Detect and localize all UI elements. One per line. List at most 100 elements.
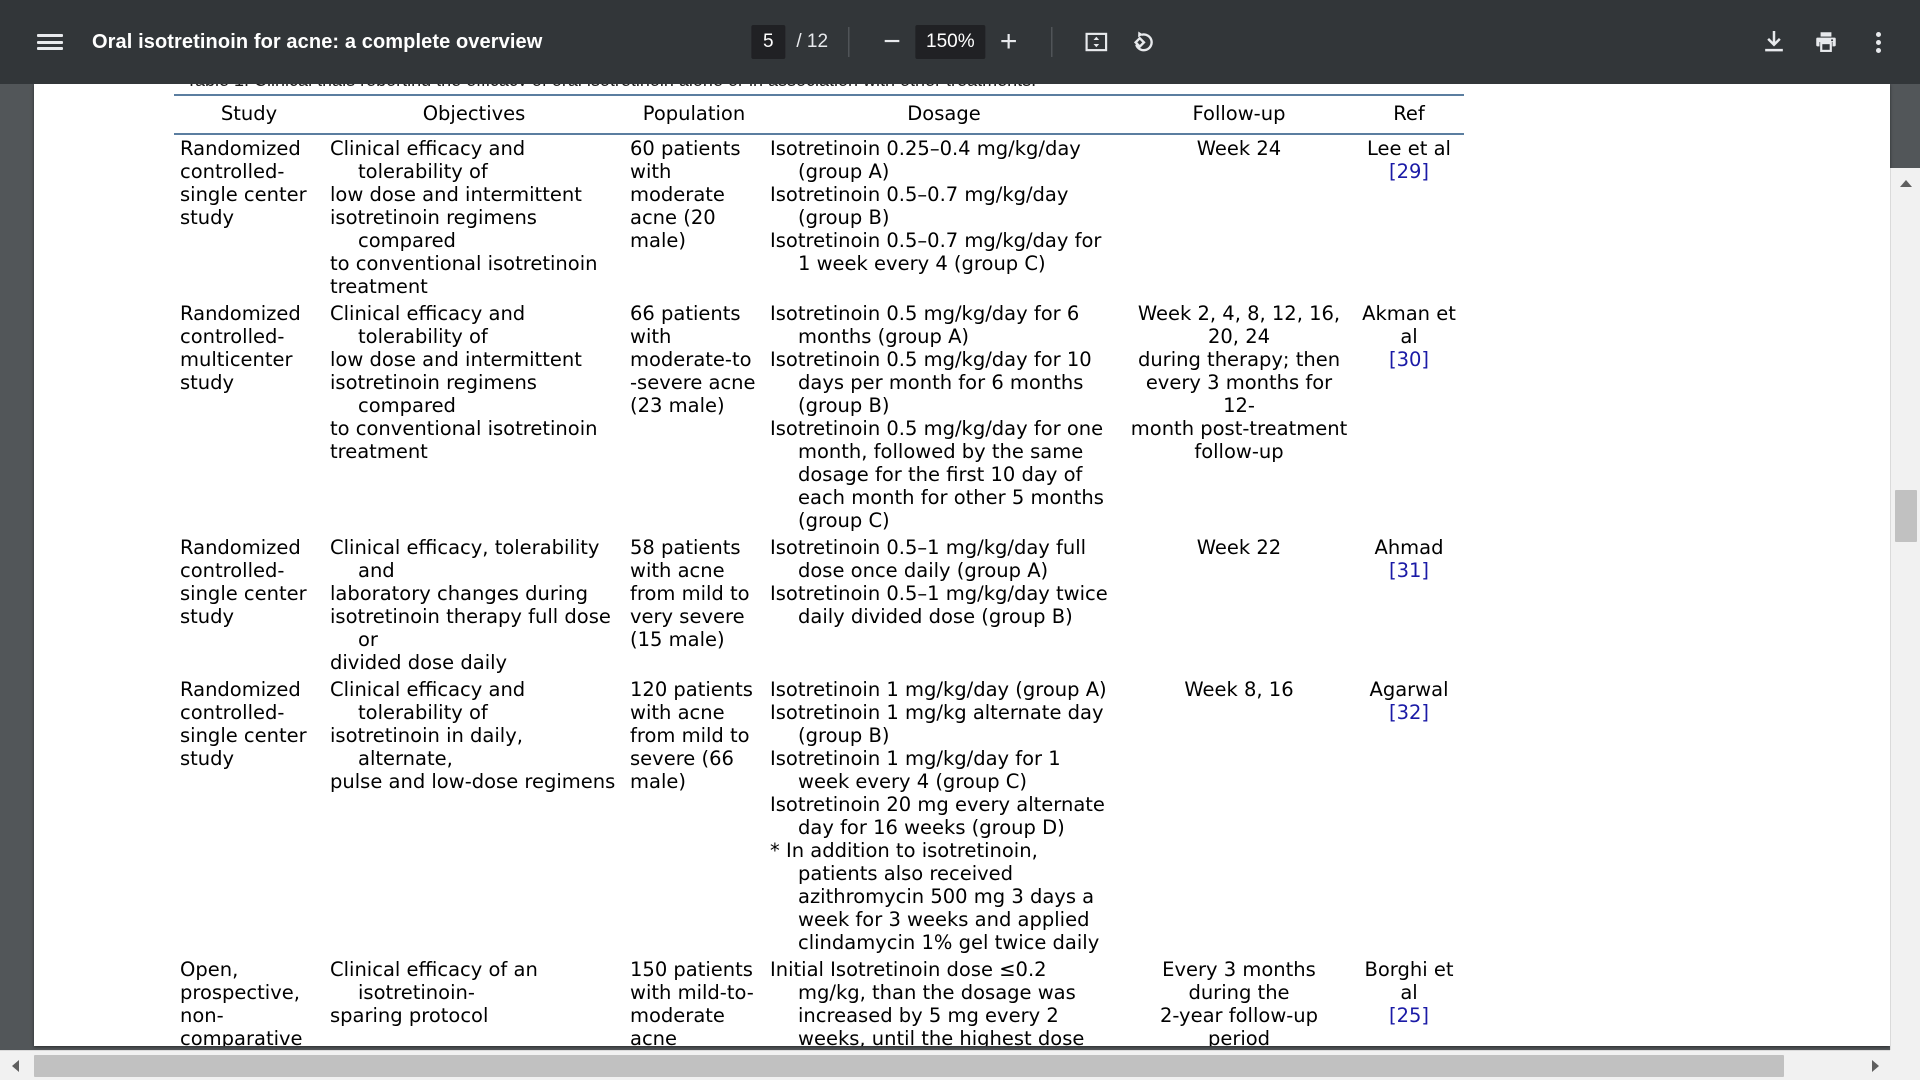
rotate-counterclockwise-icon[interactable] (1121, 18, 1169, 66)
cell-study-line: non- (180, 1004, 224, 1027)
cell-dosage-line: Isotretinoin 1 mg/kg/day for 1 week ever… (770, 747, 1061, 793)
cell-objectives: Clinical efficacy, tolerability and labor… (324, 534, 624, 676)
scroll-up-arrow-icon[interactable] (1891, 168, 1920, 198)
ref-citation-link[interactable]: [29] (1360, 160, 1458, 183)
hamburger-bar (37, 46, 63, 50)
cell-followup: Week 24 (1124, 134, 1354, 300)
cell-study-line: single center (180, 183, 307, 206)
cell-study-line: multicenter (180, 348, 293, 371)
cell-study-line: single center (180, 582, 307, 605)
cell-population-line: (23 male) (630, 394, 725, 417)
page-number-input[interactable]: 5 (751, 25, 786, 59)
cell-population-line: moderate (630, 1004, 725, 1027)
cell-population-line: 120 patients (630, 678, 753, 701)
cell-objectives-line: isotretinoin regimens compared (330, 206, 537, 252)
cell-population-line: male) (630, 229, 686, 252)
ref-citation-link[interactable]: [30] (1360, 348, 1458, 371)
zoom-in-button[interactable]: + (986, 19, 1032, 65)
toolbar-right-actions (1750, 0, 1902, 84)
cell-dosage-line: Isotretinoin 20 mg every alternate day f… (770, 793, 1105, 839)
cell-dosage-line: Isotretinoin 0.25–0.4 mg/kg/day (group A… (770, 137, 1081, 183)
pdf-viewer-toolbar: Oral isotretinoin for acne: a complete o… (0, 0, 1920, 84)
scroll-left-arrow-icon[interactable] (0, 1051, 30, 1080)
zoom-out-button[interactable]: − (869, 19, 915, 65)
cell-population-line: with acne (630, 701, 725, 724)
cell-population-line: very severe (630, 605, 745, 628)
ref-citation-link[interactable]: [25] (1360, 1004, 1458, 1027)
vertical-scrollbar[interactable] (1890, 168, 1920, 1080)
cell-objectives-line: divided dose daily (330, 651, 508, 674)
cell-dosage-line: * In addition to isotretinoin, patients … (770, 839, 1100, 954)
cell-study: Randomized controlled-multicenter study (174, 300, 324, 534)
cell-population: 150 patients with mild-to-moderate acne (624, 956, 764, 1046)
cell-study-line: Randomized (180, 536, 301, 559)
print-icon[interactable] (1802, 18, 1850, 66)
cell-study: Randomized controlled-single center study (174, 676, 324, 956)
column-header-study: Study (174, 94, 324, 135)
table-row: Open,prospective,non-comparativestudyCli… (174, 956, 1464, 1046)
cell-ref: Lee et al [29] (1354, 134, 1464, 300)
ref-citation-link[interactable]: [31] (1360, 559, 1458, 582)
horizontal-scrollbar[interactable] (0, 1050, 1920, 1080)
hamburger-menu-icon[interactable] (26, 18, 74, 66)
cell-followup: Every 3 months during the 2-year follow-u… (1124, 956, 1354, 1046)
document-title: Oral isotretinoin for acne: a complete o… (92, 30, 543, 53)
zoom-level-input[interactable]: 150% (915, 25, 986, 59)
cell-objectives-line: Clinical efficacy and tolerability of (330, 137, 526, 183)
cell-study-line: Randomized (180, 137, 301, 160)
clinical-trials-table: Study Objectives Population Dosage Follo… (174, 94, 1464, 1046)
ref-citation-link[interactable]: [32] (1360, 701, 1458, 724)
cell-population: 60 patients with moderate acne (20 male) (624, 134, 764, 300)
vertical-scrollbar-thumb[interactable] (1895, 490, 1917, 542)
ref-author: Lee et al (1367, 137, 1451, 160)
cell-population-line: with (630, 160, 672, 183)
cell-dosage: Isotretinoin 0.5 mg/kg/day for 6 months … (764, 300, 1124, 534)
cell-dosage-line: Isotretinoin 0.5–0.7 mg/kg/day (group B) (770, 183, 1069, 229)
cell-followup-line: Every 3 months during the (1162, 958, 1316, 1004)
cell-followup: Week 22 (1124, 534, 1354, 676)
column-header-ref: Ref (1354, 94, 1464, 135)
cell-dosage-line: Isotretinoin 1 mg/kg/day (group A) (770, 678, 1107, 701)
cell-objectives-line: isotretinoin in daily, alternate, (330, 724, 523, 770)
scroll-right-arrow-icon[interactable] (1860, 1051, 1890, 1080)
cell-study-line: prospective, (180, 981, 300, 1004)
download-icon[interactable] (1750, 18, 1798, 66)
cell-population-line: from mild to (630, 582, 750, 605)
cell-study-line: single center (180, 724, 307, 747)
table-header-row: Study Objectives Population Dosage Follo… (174, 94, 1464, 135)
cell-ref: Borghi et al [25] (1354, 956, 1464, 1046)
cell-population-line: moderate (630, 183, 725, 206)
cell-followup: Week 2, 4, 8, 12, 16, 20, 24 during thera… (1124, 300, 1354, 534)
pdf-viewer-canvas[interactable]: Table 1. Clinical trials reporting the e… (0, 84, 1920, 1080)
column-header-followup: Follow-up (1124, 94, 1354, 135)
cell-objectives-line: Clinical efficacy of an isotretinoin- (330, 958, 538, 1004)
cell-objectives: Clinical efficacy and tolerability of iso… (324, 676, 624, 956)
cell-objectives-line: treatment (330, 440, 428, 463)
cell-dosage-line: Isotretinoin 0.5 mg/kg/day for 10 days p… (770, 348, 1092, 417)
cell-population-line: 58 patients (630, 536, 741, 559)
cell-study-line: study (180, 747, 235, 770)
cell-objectives: Clinical efficacy and tolerability of low… (324, 134, 624, 300)
toolbar-divider (848, 27, 850, 57)
more-vertical-icon[interactable] (1854, 18, 1902, 66)
cell-population-line: 60 patients (630, 137, 741, 160)
ref-author: Borghi et al (1364, 958, 1454, 1004)
fit-to-page-icon[interactable] (1073, 18, 1121, 66)
column-header-population: Population (624, 94, 764, 135)
cell-dosage-line: Isotretinoin 0.5–1 mg/kg/day twice daily… (770, 582, 1108, 628)
cell-objectives-line: low dose and intermittent (330, 183, 582, 206)
cell-population-line: -severe acne (630, 371, 756, 394)
column-header-dosage: Dosage (764, 94, 1124, 135)
cell-objectives-line: treatment (330, 275, 428, 298)
cell-study: Randomized controlled-single center study (174, 534, 324, 676)
ref-author: Akman et al (1362, 302, 1456, 348)
horizontal-scrollbar-thumb[interactable] (34, 1055, 1784, 1077)
cell-study-line: study (180, 605, 235, 628)
ref-author: Ahmad (1374, 536, 1444, 559)
cell-population-line: moderate-to (630, 348, 752, 371)
cell-objectives-line: pulse and low-dose regimens (330, 770, 616, 793)
cell-objectives-line: to conventional isotretinoin (330, 417, 598, 440)
cell-objectives-line: Clinical efficacy, tolerability and (330, 536, 600, 582)
cell-population-line: with mild-to- (630, 981, 754, 1004)
cell-objectives-line: low dose and intermittent (330, 348, 582, 371)
